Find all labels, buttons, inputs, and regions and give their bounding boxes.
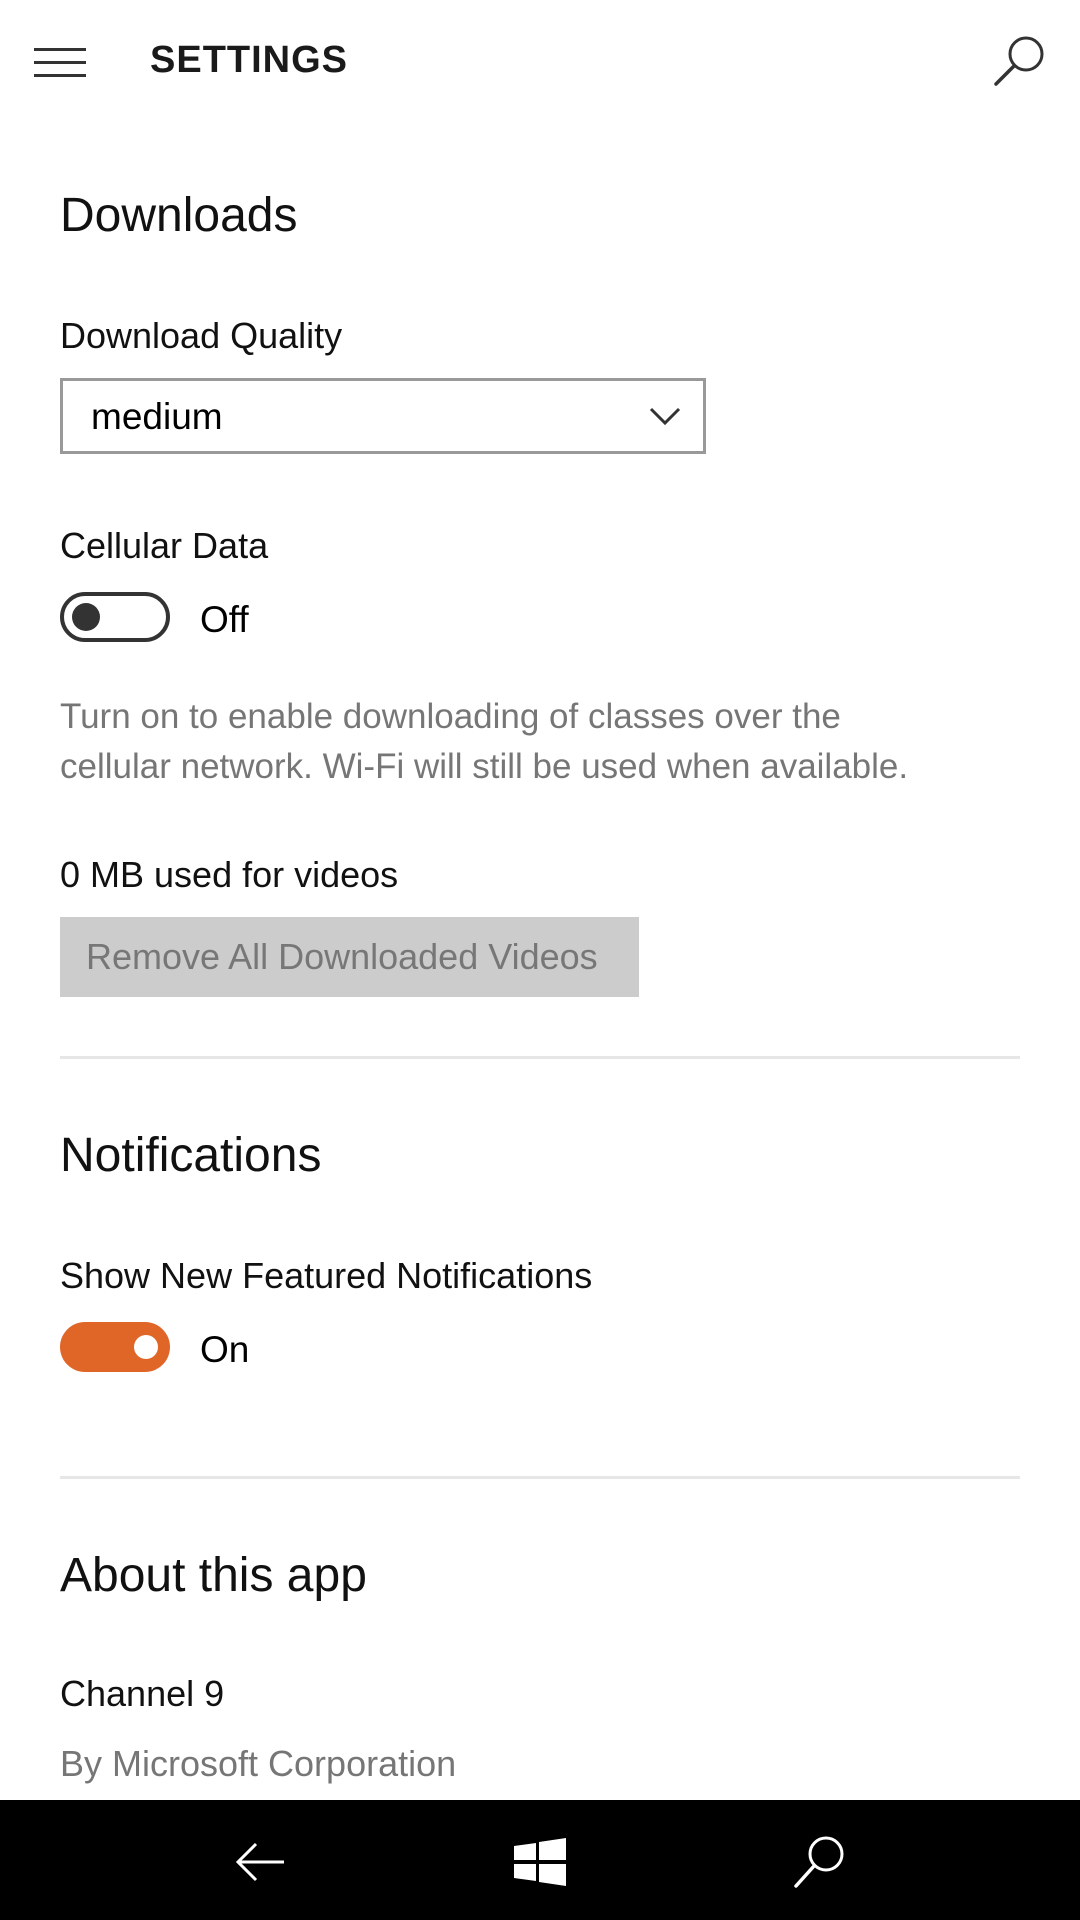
download-quality-label: Download Quality bbox=[60, 315, 343, 356]
cellular-data-toggle[interactable] bbox=[60, 592, 170, 642]
toggle-knob bbox=[72, 603, 100, 631]
remove-all-downloads-button[interactable]: Remove All Downloaded Videos bbox=[60, 917, 639, 997]
toggle-knob bbox=[134, 1335, 158, 1359]
cellular-description-line-2: cellular network. Wi-Fi will still be us… bbox=[60, 747, 909, 786]
section-divider bbox=[60, 1476, 1020, 1479]
search-icon[interactable] bbox=[788, 1830, 852, 1894]
featured-notifications-label: Show New Featured Notifications bbox=[60, 1255, 593, 1296]
system-nav-bar bbox=[0, 1800, 1080, 1920]
featured-notifications-state: On bbox=[200, 1329, 250, 1370]
cellular-description-line-1: Turn on to enable downloading of classes… bbox=[60, 697, 841, 736]
cellular-data-state: Off bbox=[200, 599, 249, 640]
app-name: Channel 9 bbox=[60, 1673, 225, 1714]
windows-logo-icon[interactable] bbox=[508, 1830, 572, 1894]
app-publisher: By Microsoft Corporation bbox=[60, 1743, 457, 1784]
back-arrow-icon[interactable] bbox=[228, 1830, 292, 1894]
cellular-data-description: Turn on to enable downloading of classes… bbox=[60, 692, 1020, 792]
hamburger-menu-icon[interactable] bbox=[34, 46, 86, 80]
featured-notifications-toggle[interactable] bbox=[60, 1322, 170, 1372]
section-divider bbox=[60, 1056, 1020, 1059]
about-section-title: About this app bbox=[60, 1549, 367, 1602]
storage-usage-text: 0 MB used for videos bbox=[60, 854, 399, 895]
notifications-section-title: Notifications bbox=[60, 1129, 322, 1182]
chevron-down-icon bbox=[647, 403, 683, 431]
search-icon[interactable] bbox=[992, 32, 1048, 88]
download-quality-value: medium bbox=[91, 396, 223, 437]
downloads-section-title: Downloads bbox=[60, 189, 298, 242]
page-title: SETTINGS bbox=[150, 39, 349, 81]
download-quality-dropdown[interactable]: medium bbox=[60, 378, 706, 454]
cellular-data-label: Cellular Data bbox=[60, 525, 269, 566]
